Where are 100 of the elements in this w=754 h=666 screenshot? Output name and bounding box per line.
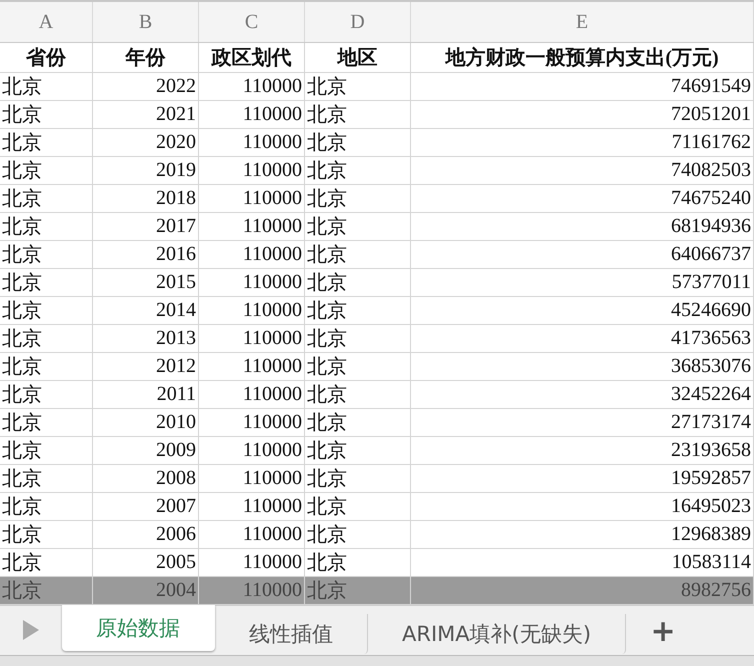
table-cell: 16495023 (411, 492, 754, 520)
table-cell: 北京 (0, 492, 93, 520)
table-cell: 北京 (305, 72, 411, 100)
column-header[interactable]: B (93, 2, 199, 42)
table-cell: 110000 (199, 296, 305, 324)
header-cell: 地方财政一般预算内支出(万元) (411, 43, 754, 72)
header-cell: 年份 (93, 43, 199, 72)
table-cell: 北京 (305, 436, 411, 464)
table-cell: 北京 (305, 380, 411, 408)
table-cell: 2016 (93, 240, 199, 268)
table-cell: 2021 (93, 100, 199, 128)
table-cell: 北京 (305, 156, 411, 184)
table-cell: 110000 (199, 464, 305, 492)
table-cell: 10583114 (411, 548, 754, 576)
table-cell: 北京 (305, 576, 411, 604)
table-cell: 北京 (305, 184, 411, 212)
table-cell: 北京 (305, 492, 411, 520)
table-cell: 北京 (0, 520, 93, 548)
table-cell: 110000 (199, 72, 305, 100)
table-cell: 110000 (199, 436, 305, 464)
header-cell: 地区 (305, 43, 411, 72)
table-cell: 2019 (93, 156, 199, 184)
table-cell: 110000 (199, 212, 305, 240)
table-cell: 110000 (199, 240, 305, 268)
table-cell: 北京 (0, 324, 93, 352)
table-cell: 71161762 (411, 128, 754, 156)
table-cell: 64066737 (411, 240, 754, 268)
table-cell: 27173174 (411, 408, 754, 436)
table-cell: 北京 (305, 212, 411, 240)
add-sheet-button[interactable]: + (626, 612, 700, 652)
table-cell: 19592857 (411, 464, 754, 492)
table-cell: 北京 (0, 100, 93, 128)
header-cell: 省份 (0, 43, 93, 72)
table-cell: 北京 (305, 464, 411, 492)
table-cell: 北京 (305, 548, 411, 576)
table-cell: 2004 (93, 576, 199, 604)
table-cell: 2009 (93, 436, 199, 464)
table-cell: 57377011 (411, 268, 754, 296)
table-cell: 110000 (199, 520, 305, 548)
table-cell: 110000 (199, 156, 305, 184)
table-cell: 36853076 (411, 352, 754, 380)
table-cell: 2006 (93, 520, 199, 548)
sheet-tab[interactable]: ARIMA填补(无缺失) (368, 614, 626, 654)
table-cell: 2017 (93, 212, 199, 240)
table-cell: 23193658 (411, 436, 754, 464)
column-header[interactable]: D (305, 2, 411, 42)
table-cell: 2020 (93, 128, 199, 156)
sheet-tab[interactable]: 线性插值 (215, 614, 368, 654)
table-cell: 北京 (0, 72, 93, 100)
table-cell: 北京 (305, 520, 411, 548)
table-cell: 110000 (199, 408, 305, 436)
table-cell: 北京 (0, 268, 93, 296)
table-cell: 2014 (93, 296, 199, 324)
table-cell: 北京 (305, 100, 411, 128)
column-header[interactable]: A (0, 2, 93, 42)
table-cell: 北京 (305, 408, 411, 436)
column-header[interactable]: C (199, 2, 305, 42)
table-cell: 北京 (0, 548, 93, 576)
table-cell: 32452264 (411, 380, 754, 408)
table-cell: 北京 (305, 352, 411, 380)
table-cell: 74675240 (411, 184, 754, 212)
table-cell: 110000 (199, 100, 305, 128)
table-cell: 72051201 (411, 100, 754, 128)
table-cell: 110000 (199, 548, 305, 576)
table-cell: 北京 (0, 408, 93, 436)
table-cell: 2012 (93, 352, 199, 380)
table-cell: 北京 (0, 352, 93, 380)
table-cell: 12968389 (411, 520, 754, 548)
table-cell: 74082503 (411, 156, 754, 184)
table-cell: 北京 (305, 128, 411, 156)
table-cell: 110000 (199, 492, 305, 520)
table-cell: 110000 (199, 380, 305, 408)
table-cell: 110000 (199, 324, 305, 352)
table-cell: 北京 (305, 296, 411, 324)
table-cell: 2010 (93, 408, 199, 436)
table-cell: 北京 (0, 436, 93, 464)
table-cell: 2018 (93, 184, 199, 212)
table-cell: 北京 (0, 464, 93, 492)
table-cell: 110000 (199, 576, 305, 604)
table-cell: 45246690 (411, 296, 754, 324)
table-cell: 2011 (93, 380, 199, 408)
table-cell: 北京 (305, 324, 411, 352)
header-cell: 政区划代 (199, 43, 305, 72)
column-header[interactable]: E (411, 2, 754, 42)
table-cell: 2007 (93, 492, 199, 520)
table-cell: 北京 (0, 212, 93, 240)
table-cell: 北京 (0, 240, 93, 268)
table-cell: 2015 (93, 268, 199, 296)
table-cell: 2005 (93, 548, 199, 576)
table-cell: 北京 (305, 240, 411, 268)
table-cell: 北京 (0, 128, 93, 156)
table-cell: 68194936 (411, 212, 754, 240)
table-cell: 110000 (199, 184, 305, 212)
table-cell: 北京 (0, 184, 93, 212)
table-cell: 北京 (0, 156, 93, 184)
table-cell: 110000 (199, 268, 305, 296)
table-cell: 110000 (199, 352, 305, 380)
table-cell: 2013 (93, 324, 199, 352)
sheet-tab[interactable]: 原始数据 (62, 604, 215, 651)
table-cell: 74691549 (411, 72, 754, 100)
